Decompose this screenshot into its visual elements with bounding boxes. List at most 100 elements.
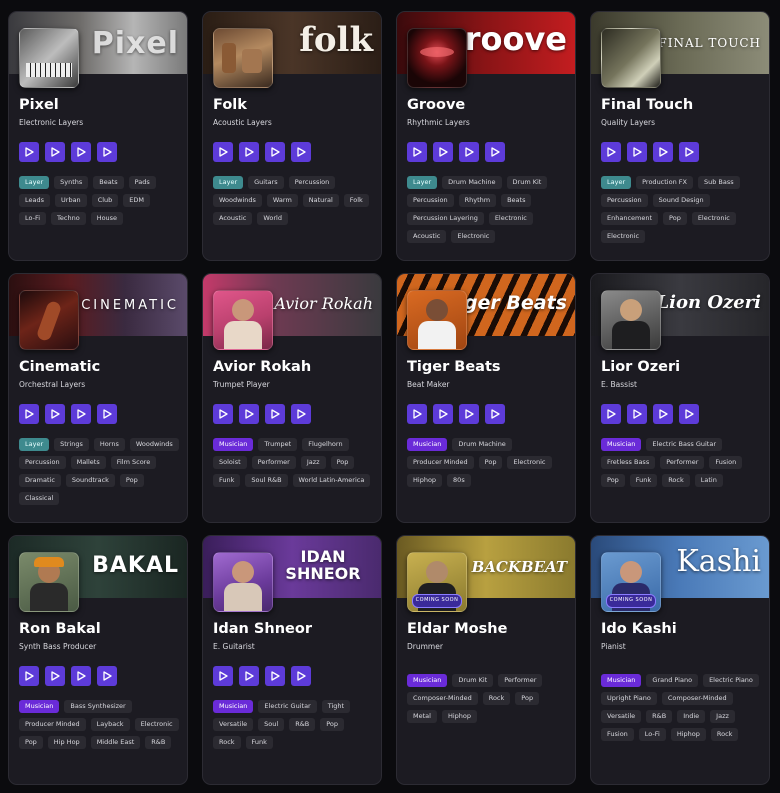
tag-badge: Rock <box>710 728 739 741</box>
tag-badge: Percussion <box>19 456 66 469</box>
card-groove[interactable]: groove Groove Rhythmic Layers Layer Drum… <box>396 11 576 261</box>
play-button[interactable] <box>601 404 621 424</box>
play-button[interactable] <box>265 142 285 162</box>
play-button[interactable] <box>627 404 647 424</box>
tag-badge: Soul R&B <box>245 474 288 487</box>
play-button[interactable] <box>45 404 65 424</box>
play-button[interactable] <box>627 142 647 162</box>
card-title: Folk <box>213 97 247 113</box>
play-icon <box>607 147 616 157</box>
card-pixel[interactable]: Pixel Pixel Electronic Layers Layer Synt… <box>8 11 188 261</box>
tag-badge: Soloist <box>213 456 247 469</box>
play-icon <box>25 671 34 681</box>
play-button[interactable] <box>213 666 233 686</box>
play-button[interactable] <box>653 142 673 162</box>
play-icon <box>465 147 474 157</box>
banner-logo-text: CINEMATIC <box>81 298 179 313</box>
play-icon <box>297 409 306 419</box>
play-button[interactable] <box>45 142 65 162</box>
card-thumbnail <box>213 290 273 350</box>
play-button[interactable] <box>679 142 699 162</box>
tag-badge: Pop <box>330 456 355 469</box>
play-button[interactable] <box>213 404 233 424</box>
tag-badge: Lo-Fi <box>19 212 47 225</box>
tag-badge: Musician <box>213 700 254 713</box>
play-button[interactable] <box>291 666 311 686</box>
tag-list: Layer Strings Horns Woodwinds Percussion… <box>19 438 179 505</box>
play-button[interactable] <box>459 404 479 424</box>
tag-list: Musician Electric Bass Guitar Fretless B… <box>601 438 761 487</box>
play-button[interactable] <box>407 404 427 424</box>
card-thumbnail: COMING SOON <box>407 552 467 612</box>
tag-badge: Film Score <box>110 456 157 469</box>
tag-badge: Synths <box>54 176 89 189</box>
play-button[interactable] <box>265 404 285 424</box>
play-button[interactable] <box>97 404 117 424</box>
play-button[interactable] <box>239 142 259 162</box>
banner-logo-text: IDAN SHNEOR <box>285 547 361 583</box>
play-button[interactable] <box>291 404 311 424</box>
card-subtitle: Drummer <box>407 642 443 651</box>
library-grid: Pixel Pixel Electronic Layers Layer Synt… <box>0 0 780 793</box>
banner-logo-text: Avior Rokah <box>274 294 373 313</box>
tag-badge: Performer <box>660 456 705 469</box>
play-button[interactable] <box>71 142 91 162</box>
card-thumbnail <box>407 28 467 88</box>
tag-badge: Natural <box>302 194 339 207</box>
play-button[interactable] <box>433 404 453 424</box>
card-subtitle: Electronic Layers <box>19 118 84 127</box>
tag-badge: Drum Kit <box>452 674 494 687</box>
tag-badge: Layback <box>90 718 130 731</box>
card-eldar-moshe[interactable]: The BACKBEAT COMING SOON Eldar Moshe Dru… <box>396 535 576 785</box>
play-button[interactable] <box>291 142 311 162</box>
play-button[interactable] <box>485 404 505 424</box>
card-title: Idan Shneor <box>213 621 312 637</box>
play-button[interactable] <box>19 404 39 424</box>
card-title: Lior Ozeri <box>601 359 681 375</box>
play-button[interactable] <box>19 666 39 686</box>
play-button[interactable] <box>97 666 117 686</box>
card-avior-rokah[interactable]: Avior Rokah Avior Rokah Trumpet Player M… <box>202 273 382 523</box>
play-button[interactable] <box>71 404 91 424</box>
play-buttons <box>213 142 311 162</box>
tag-badge: Horns <box>93 438 125 451</box>
card-cinematic[interactable]: CINEMATIC Cinematic Orchestral Layers La… <box>8 273 188 523</box>
play-icon <box>633 147 642 157</box>
card-lior-ozeri[interactable]: Lion Ozeri Lior Ozeri E. Bassist Musicia… <box>590 273 770 523</box>
play-buttons <box>19 404 117 424</box>
play-button[interactable] <box>45 666 65 686</box>
tag-badge: Pads <box>128 176 156 189</box>
play-button[interactable] <box>213 142 233 162</box>
banner-logo-text: Kashi <box>676 544 761 579</box>
play-button[interactable] <box>601 142 621 162</box>
play-button[interactable] <box>653 404 673 424</box>
play-button[interactable] <box>19 142 39 162</box>
play-button[interactable] <box>239 404 259 424</box>
play-button[interactable] <box>97 142 117 162</box>
play-icon <box>219 409 228 419</box>
play-button[interactable] <box>433 142 453 162</box>
card-ron-bakal[interactable]: BAKAL Ron Bakal Synth Bass Producer Musi… <box>8 535 188 785</box>
card-title: Final Touch <box>601 97 694 113</box>
card-idan-shneor[interactable]: IDAN SHNEOR Idan Shneor E. Guitarist Mus… <box>202 535 382 785</box>
tag-badge: Drum Kit <box>506 176 548 189</box>
tag-badge: Fusion <box>709 456 743 469</box>
play-button[interactable] <box>407 142 427 162</box>
play-button[interactable] <box>265 666 285 686</box>
play-icon <box>103 671 112 681</box>
play-button[interactable] <box>239 666 259 686</box>
play-button[interactable] <box>459 142 479 162</box>
tag-badge: Rock <box>662 474 690 487</box>
play-button[interactable] <box>679 404 699 424</box>
play-icon <box>51 671 60 681</box>
tag-badge: Jazz <box>710 710 735 723</box>
tag-badge: Electronic <box>451 230 496 243</box>
card-folk[interactable]: folk Folk Acoustic Layers Layer Guitars … <box>202 11 382 261</box>
play-button[interactable] <box>71 666 91 686</box>
tag-badge: Rhythm <box>458 194 497 207</box>
card-tiger-beats[interactable]: Tiger Beats Tiger Beats Beat Maker Music… <box>396 273 576 523</box>
tag-badge: Electronic <box>601 230 646 243</box>
card-final-touch[interactable]: FINAL TOUCH Final Touch Quality Layers L… <box>590 11 770 261</box>
card-ido-kashi[interactable]: Kashi COMING SOON Ido Kashi Pianist Musi… <box>590 535 770 785</box>
play-button[interactable] <box>485 142 505 162</box>
